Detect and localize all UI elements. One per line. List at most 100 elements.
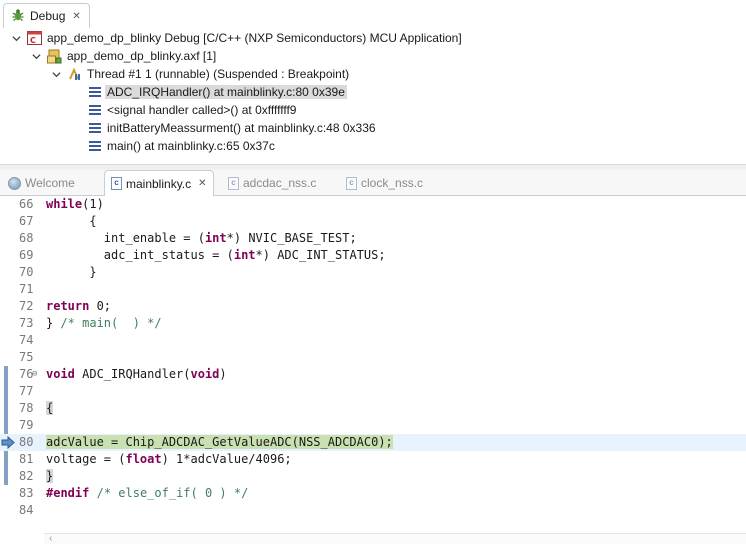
code-token: adcValue = Chip_ADCDAC_GetValueADC(NSS_A…	[46, 435, 393, 449]
code-text: void ADC_IRQHandler(void)	[46, 366, 227, 383]
line-number: 66	[19, 197, 34, 211]
code-text: }	[46, 468, 54, 485]
thread-label: Thread #1 1 (runnable) (Suspended : Brea…	[87, 67, 350, 81]
stack-frame-label: main() at mainblinky.c:65 0x37c	[107, 139, 275, 153]
code-token: ADC_IRQHandler(	[74, 367, 191, 381]
tab-mainblinky[interactable]: c mainblinky.c ✕	[104, 170, 214, 197]
code-text: }	[46, 264, 97, 281]
code-keyword: while	[46, 197, 83, 211]
code-line[interactable]: 80 adcValue = Chip_ADCDAC_GetValueADC(NSS…	[0, 434, 746, 451]
code-text: #endif /* else_of_if( 0 ) */	[46, 485, 248, 502]
code-line[interactable]: 67 {	[0, 213, 746, 230]
code-line[interactable]: 83 #endif /* else_of_if( 0 ) */	[0, 485, 746, 502]
chevron-down-icon[interactable]	[10, 32, 22, 44]
line-number: 67	[19, 214, 34, 228]
stack-frame[interactable]: ADC_IRQHandler() at mainblinky.c:80 0x39…	[86, 83, 347, 101]
code-line[interactable]: 81 voltage = (float) 1*adcValue/4096;	[0, 451, 746, 468]
tab-clock-label: clock_nss.c	[361, 176, 424, 190]
code-keyword: void	[46, 367, 75, 381]
process-icon	[46, 48, 62, 64]
debug-view: Debug ✕ C app_demo_dp_blinky Debug [C/C+…	[0, 0, 746, 165]
code-line[interactable]: 73} /* main( ) */	[0, 315, 746, 332]
code-line[interactable]: 77	[0, 383, 746, 400]
close-icon[interactable]: ✕	[198, 178, 206, 189]
code-token: }	[46, 469, 54, 483]
line-number: 78	[19, 401, 34, 415]
code-line[interactable]: 75	[0, 349, 746, 366]
debug-view-tabbar: Debug ✕	[0, 0, 746, 28]
stack-frame-icon	[89, 123, 101, 133]
line-number: 81	[19, 452, 34, 466]
line-number: 76	[19, 367, 34, 381]
code-text: return 0;	[46, 298, 111, 315]
line-number: 80	[19, 435, 34, 449]
code-line[interactable]: 74	[0, 332, 746, 349]
stack-frame-label: ADC_IRQHandler() at mainblinky.c:80 0x39…	[105, 85, 347, 99]
chevron-down-icon[interactable]	[30, 50, 42, 62]
code-line[interactable]: 70 }	[0, 264, 746, 281]
stack-frame[interactable]: main() at mainblinky.c:65 0x37c	[86, 137, 275, 155]
tree-item-binary[interactable]: app_demo_dp_blinky.axf [1]	[30, 47, 216, 65]
code-token: 0;	[89, 299, 112, 313]
code-line[interactable]: 82}	[0, 468, 746, 485]
code-line[interactable]: 68 int_enable = (int*) NVIC_BASE_TEST;	[0, 230, 746, 247]
code-token: {	[46, 214, 97, 228]
line-number: 69	[19, 248, 34, 262]
code-comment: /* else_of_if( 0 ) */	[96, 486, 249, 500]
code-keyword: int	[233, 248, 256, 262]
stack-frame-label: initBatteryMeassurment() at mainblinky.c…	[107, 121, 376, 135]
code-token: int_enable = (	[46, 231, 205, 245]
tab-debug[interactable]: Debug ✕	[3, 3, 90, 28]
line-number: 82	[19, 469, 34, 483]
code-line[interactable]: 71	[0, 281, 746, 298]
code-line[interactable]: 69 adc_int_status = (int*) ADC_INT_STATU…	[0, 247, 746, 264]
line-number: 75	[19, 350, 34, 364]
code-editor[interactable]: 66 while(1) 67 {68 int_enable = (int*) NVI…	[0, 196, 746, 533]
code-line[interactable]: 79	[0, 417, 746, 434]
code-token: *) ADC_INT_STATUS;	[255, 248, 386, 262]
chevron-left-icon[interactable]: ‹	[49, 534, 52, 544]
code-text: voltage = (float) 1*adcValue/4096;	[46, 451, 292, 468]
code-token: ) 1*adcValue/4096;	[161, 452, 292, 466]
tab-welcome[interactable]: Welcome	[8, 170, 75, 196]
tab-adcdac[interactable]: c adcdac_nss.c	[228, 170, 316, 196]
code-line[interactable]: 72 return 0;	[0, 298, 746, 315]
close-icon[interactable]: ✕	[72, 11, 80, 22]
code-text: {	[46, 400, 54, 417]
code-line[interactable]: 76 ⊖ void ADC_IRQHandler(void)	[0, 366, 746, 383]
code-line[interactable]: 84	[0, 502, 746, 519]
tab-welcome-label: Welcome	[25, 176, 75, 190]
tab-debug-label: Debug	[30, 9, 66, 23]
stack-frame-icon	[89, 87, 101, 97]
code-token: }	[46, 265, 97, 279]
tree-item-launch[interactable]: C app_demo_dp_blinky Debug [C/C++ (NXP S…	[10, 29, 462, 47]
tab-mainblinky-label: mainblinky.c	[126, 176, 192, 191]
chevron-down-icon[interactable]	[50, 68, 62, 80]
code-line[interactable]: 66 while(1)	[0, 196, 746, 213]
stack-frame[interactable]: initBatteryMeassurment() at mainblinky.c…	[86, 119, 376, 137]
fold-toggle-icon[interactable]: ⊖	[32, 366, 37, 383]
stack-frame-label: <signal handler called>() at 0xfffffff9	[107, 103, 297, 117]
code-text: int_enable = (int*) NVIC_BASE_TEST;	[46, 230, 357, 247]
horizontal-scrollbar[interactable]: ‹	[44, 533, 746, 544]
code-text: adcValue = Chip_ADCDAC_GetValueADC(NSS_A…	[46, 434, 393, 451]
code-keyword: return	[46, 299, 90, 313]
code-keyword: int	[204, 231, 227, 245]
c-file-icon: c	[346, 176, 357, 190]
code-line[interactable]: 78 {	[0, 400, 746, 417]
c-launch-icon: C	[26, 30, 42, 46]
launch-label: app_demo_dp_blinky Debug [C/C++ (NXP Sem…	[47, 31, 462, 45]
code-keyword: #endif	[46, 486, 90, 500]
line-number: 83	[19, 486, 34, 500]
stack-frame[interactable]: <signal handler called>() at 0xfffffff9	[86, 101, 296, 119]
globe-icon	[8, 176, 21, 190]
debug-tree: C app_demo_dp_blinky Debug [C/C++ (NXP S…	[0, 28, 746, 165]
svg-text:C: C	[30, 36, 36, 45]
line-number: 72	[19, 299, 34, 313]
line-number: 73	[19, 316, 34, 330]
tab-clock[interactable]: c clock_nss.c	[346, 170, 423, 196]
line-number: 77	[19, 384, 34, 398]
code-token: {	[46, 401, 54, 415]
code-keyword: void	[190, 367, 220, 381]
tree-item-thread[interactable]: Thread #1 1 (runnable) (Suspended : Brea…	[50, 65, 349, 83]
